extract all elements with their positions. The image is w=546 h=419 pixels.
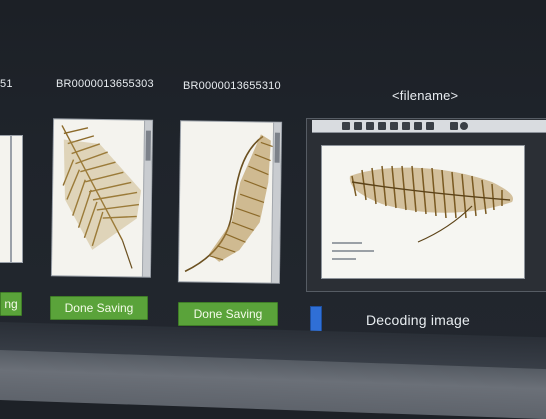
partial-item-label: 51 [0, 78, 13, 90]
partial-status-button[interactable]: ng [0, 292, 22, 316]
preview-toolbar [312, 120, 546, 133]
decoding-progress-indicator [310, 306, 322, 332]
specimen-thumbnail[interactable] [178, 121, 282, 283]
item-id-label: BR0000013655310 [183, 80, 281, 92]
done-saving-button[interactable]: Done Saving [50, 296, 148, 320]
toolbar-button-icon[interactable] [426, 122, 434, 130]
fern-specimen-image [332, 165, 514, 260]
toolbar-button-icon[interactable] [378, 122, 386, 130]
toolbar-button-icon[interactable] [450, 122, 458, 130]
preview-filename-title: <filename> [392, 88, 459, 103]
toolbar-button-icon[interactable] [342, 122, 350, 130]
toolbar-button-icon[interactable] [460, 122, 468, 130]
toolbar-button-icon[interactable] [414, 122, 422, 130]
thumbnail-scrollbar[interactable] [141, 120, 153, 277]
fern-specimen-image [61, 125, 142, 269]
preview-image-canvas[interactable] [322, 146, 524, 278]
toolbar-button-icon[interactable] [366, 122, 374, 130]
thumbnail-scrollbar[interactable] [270, 122, 282, 283]
decoding-status-text: Decoding image [366, 312, 470, 328]
toolbar-button-icon[interactable] [354, 122, 362, 130]
app-screen: 51 ng BR0000013655303 Done Saving BR0000… [0, 0, 546, 360]
toolbar-button-icon[interactable] [402, 122, 410, 130]
partial-thumbnail[interactable] [0, 136, 22, 262]
done-saving-button[interactable]: Done Saving [178, 302, 278, 326]
fern-specimen-image [184, 134, 273, 273]
specimen-thumbnail[interactable] [51, 119, 153, 277]
toolbar-button-icon[interactable] [390, 122, 398, 130]
item-id-label: BR0000013655303 [56, 78, 154, 90]
